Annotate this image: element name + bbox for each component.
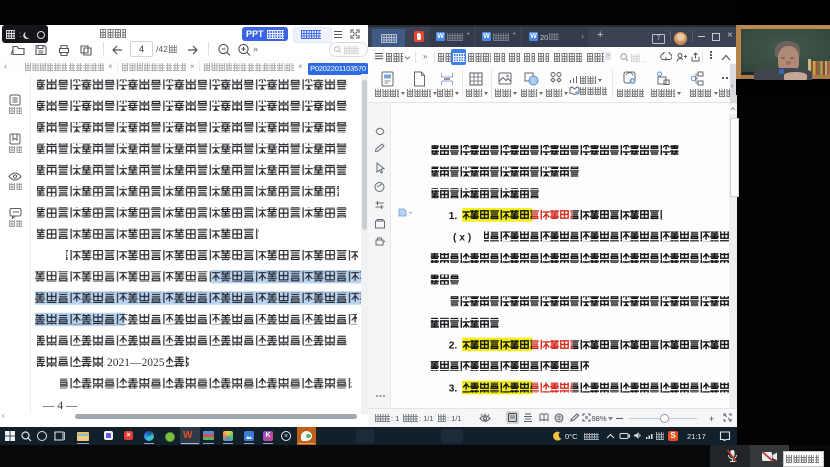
svg-text:— 4 —: — 4 — xyxy=(42,400,78,412)
svg-text:1.: 1. xyxy=(449,210,458,222)
svg-text:(x): (x) xyxy=(453,232,474,243)
svg-text:3.: 3. xyxy=(449,383,458,395)
svg-text:2021—2025: 2021—2025 xyxy=(107,357,165,369)
svg-text:2.: 2. xyxy=(449,339,458,351)
